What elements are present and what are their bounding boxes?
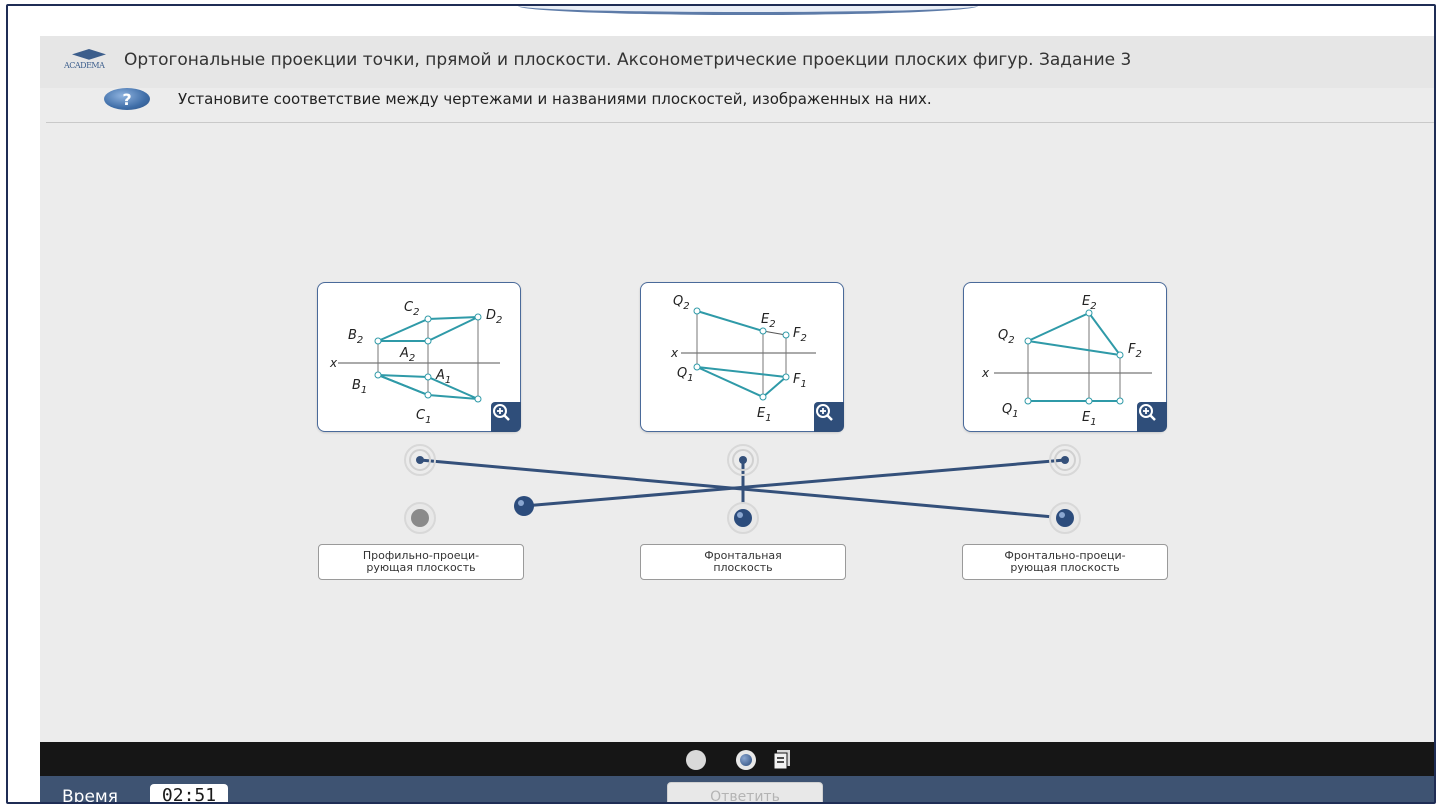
drawing-target-1[interactable]: [404, 444, 436, 476]
drawing-target-3[interactable]: [1049, 444, 1081, 476]
page-dot-1[interactable]: [686, 750, 706, 770]
answer-option-2[interactable]: Фронтальная плоскость: [640, 544, 846, 580]
test-app: ACADEMA Ортогональные проекции точки, пр…: [40, 36, 1434, 804]
timer-value: 02:51: [150, 784, 228, 802]
status-bar: Время 02:51 Ответить: [40, 776, 1434, 804]
answer-option-label: Профильно-проеци- рующая плоскость: [362, 549, 480, 574]
answer-option-1[interactable]: Профильно-проеци- рующая плоскость: [318, 544, 524, 580]
connection-lines: [404, 444, 1081, 534]
answer-button[interactable]: Ответить: [667, 782, 823, 802]
connection-line-3: [523, 458, 1066, 508]
answer-option-label: Фронтально-проеци- рующая плоскость: [1004, 549, 1126, 574]
document-icon[interactable]: [772, 748, 794, 770]
window-top-decoration: [518, 6, 978, 15]
timer-label: Время: [62, 787, 118, 804]
answer-target-2[interactable]: [727, 502, 759, 534]
drawing-target-2[interactable]: [727, 444, 759, 476]
answer-target-1[interactable]: [404, 502, 436, 534]
drag-handle[interactable]: [514, 496, 534, 516]
answer-option-label: Фронтальная плоскость: [704, 549, 782, 574]
answer-option-3[interactable]: Фронтально-проеци- рующая плоскость: [962, 544, 1168, 580]
navigation-bar: [40, 742, 1434, 776]
window-frame: ACADEMA Ортогональные проекции точки, пр…: [6, 4, 1436, 804]
page-dot-2-current[interactable]: [736, 750, 756, 770]
answer-target-3[interactable]: [1049, 502, 1081, 534]
